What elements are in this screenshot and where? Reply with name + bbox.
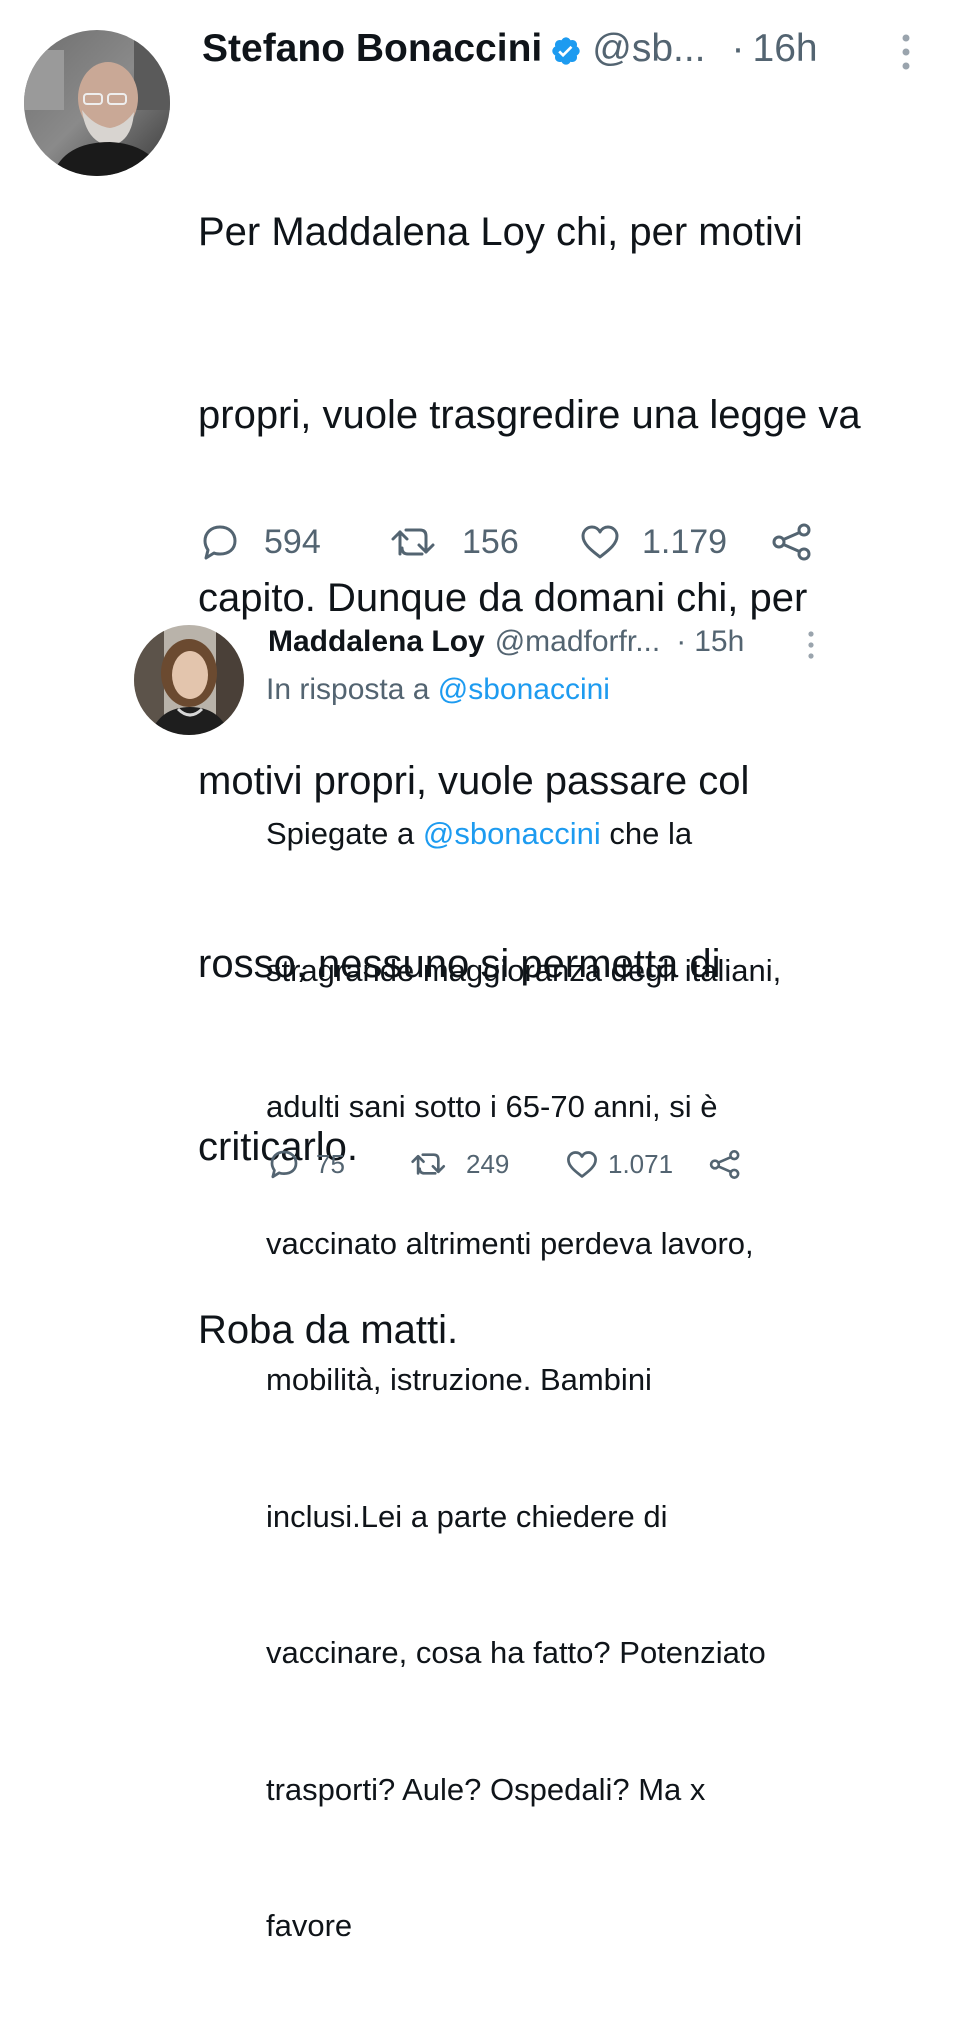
reply-context-label: In risposta a [266,673,430,706]
retweet-button[interactable]: 249 [410,1149,566,1180]
tweet-text-line: stragrande maggioranza degli italiani, [266,952,782,988]
tweet-maddalena-loy[interactable]: Maddalena Loy @madforfr... · 15h In risp… [0,600,970,1943]
reply-context-mention[interactable]: @sbonaccini [438,673,610,706]
author-handle[interactable]: @madforfr... [495,625,661,659]
tweet-text-line: vaccinato altrimenti perdeva lavoro, [266,1225,754,1261]
tweet-text-line: favore [266,1908,353,1943]
reply-icon [203,525,237,560]
like-count: 1.071 [608,1148,674,1179]
body-mention-link[interactable]: @sbonaccini [423,816,601,851]
tweet-timestamp[interactable]: 16h [753,27,818,71]
reply-button[interactable]: 75 [268,1148,410,1180]
tweet-text-fragment: Spiegate a [266,816,423,851]
tweet-text-line: mobilità, istruzione. Bambini [266,1362,652,1397]
author-name[interactable]: Maddalena Loy [268,625,485,659]
heart-icon [581,525,619,559]
retweet-icon [391,528,435,556]
share-button[interactable] [770,522,814,562]
tweet-actions: 594 156 1.179 [200,520,814,564]
tweet-text: Spiegate a @sbonaccini che la stragrande… [266,720,781,2040]
tweet-timestamp[interactable]: 15h [694,625,744,659]
tweet-text-line: adulti sani sotto i 65-70 anni, si è [266,1089,718,1124]
tweet-text-line: Spiegate a @sbonaccini che la [266,811,781,857]
retweet-button[interactable]: 156 [390,523,580,562]
retweet-count: 156 [462,522,519,561]
retweet-count: 249 [466,1148,510,1179]
heart-icon [567,1150,597,1178]
tweet-text-line: vaccinare, cosa ha fatto? Potenziato [266,1635,766,1670]
tweet-header: Stefano Bonaccini @sb... · 16h [202,26,818,72]
like-button[interactable]: 1.179 [580,523,770,562]
reply-count: 594 [264,522,321,561]
retweet-icon [411,1153,446,1175]
avatar-photo [24,30,170,176]
tweet-text-fragment: che la [600,816,693,851]
author-handle[interactable]: @sb... [592,27,705,71]
reply-count: 75 [316,1148,345,1179]
share-icon [709,1149,740,1179]
header-separator: · [676,625,687,658]
more-options-icon[interactable] [804,630,818,660]
verified-badge-icon [550,33,582,65]
tweet-actions: 75 249 1.071 [268,1146,742,1182]
like-button[interactable]: 1.071 [566,1149,708,1180]
reply-context: In risposta a @sbonaccini [266,670,610,710]
tweet-stefano-bonaccini[interactable]: Stefano Bonaccini @sb... · 16h Per Madda… [0,0,970,1352]
author-avatar[interactable] [134,625,244,735]
share-icon [772,523,811,561]
reply-button[interactable]: 594 [200,522,390,562]
author-avatar[interactable] [24,30,170,176]
like-count: 1.179 [642,522,728,561]
header-separator: · [731,27,745,70]
author-name[interactable]: Stefano Bonaccini [202,27,542,71]
more-options-icon[interactable] [896,32,916,72]
tweet-header: Maddalena Loy @madforfr... · 15h [268,622,744,662]
tweet-text-line: trasporti? Aule? Ospedali? Ma x [266,1771,706,1807]
reply-icon [270,1150,298,1179]
tweet-text-line: propri, vuole trasgredire una legge va [198,393,861,437]
tweet-text-line: Per Maddalena Loy chi, per motivi [198,210,803,254]
tweet-text-line: inclusi.Lei a parte chiedere di [266,1498,668,1534]
share-button[interactable] [708,1149,742,1180]
avatar-photo [134,625,244,735]
